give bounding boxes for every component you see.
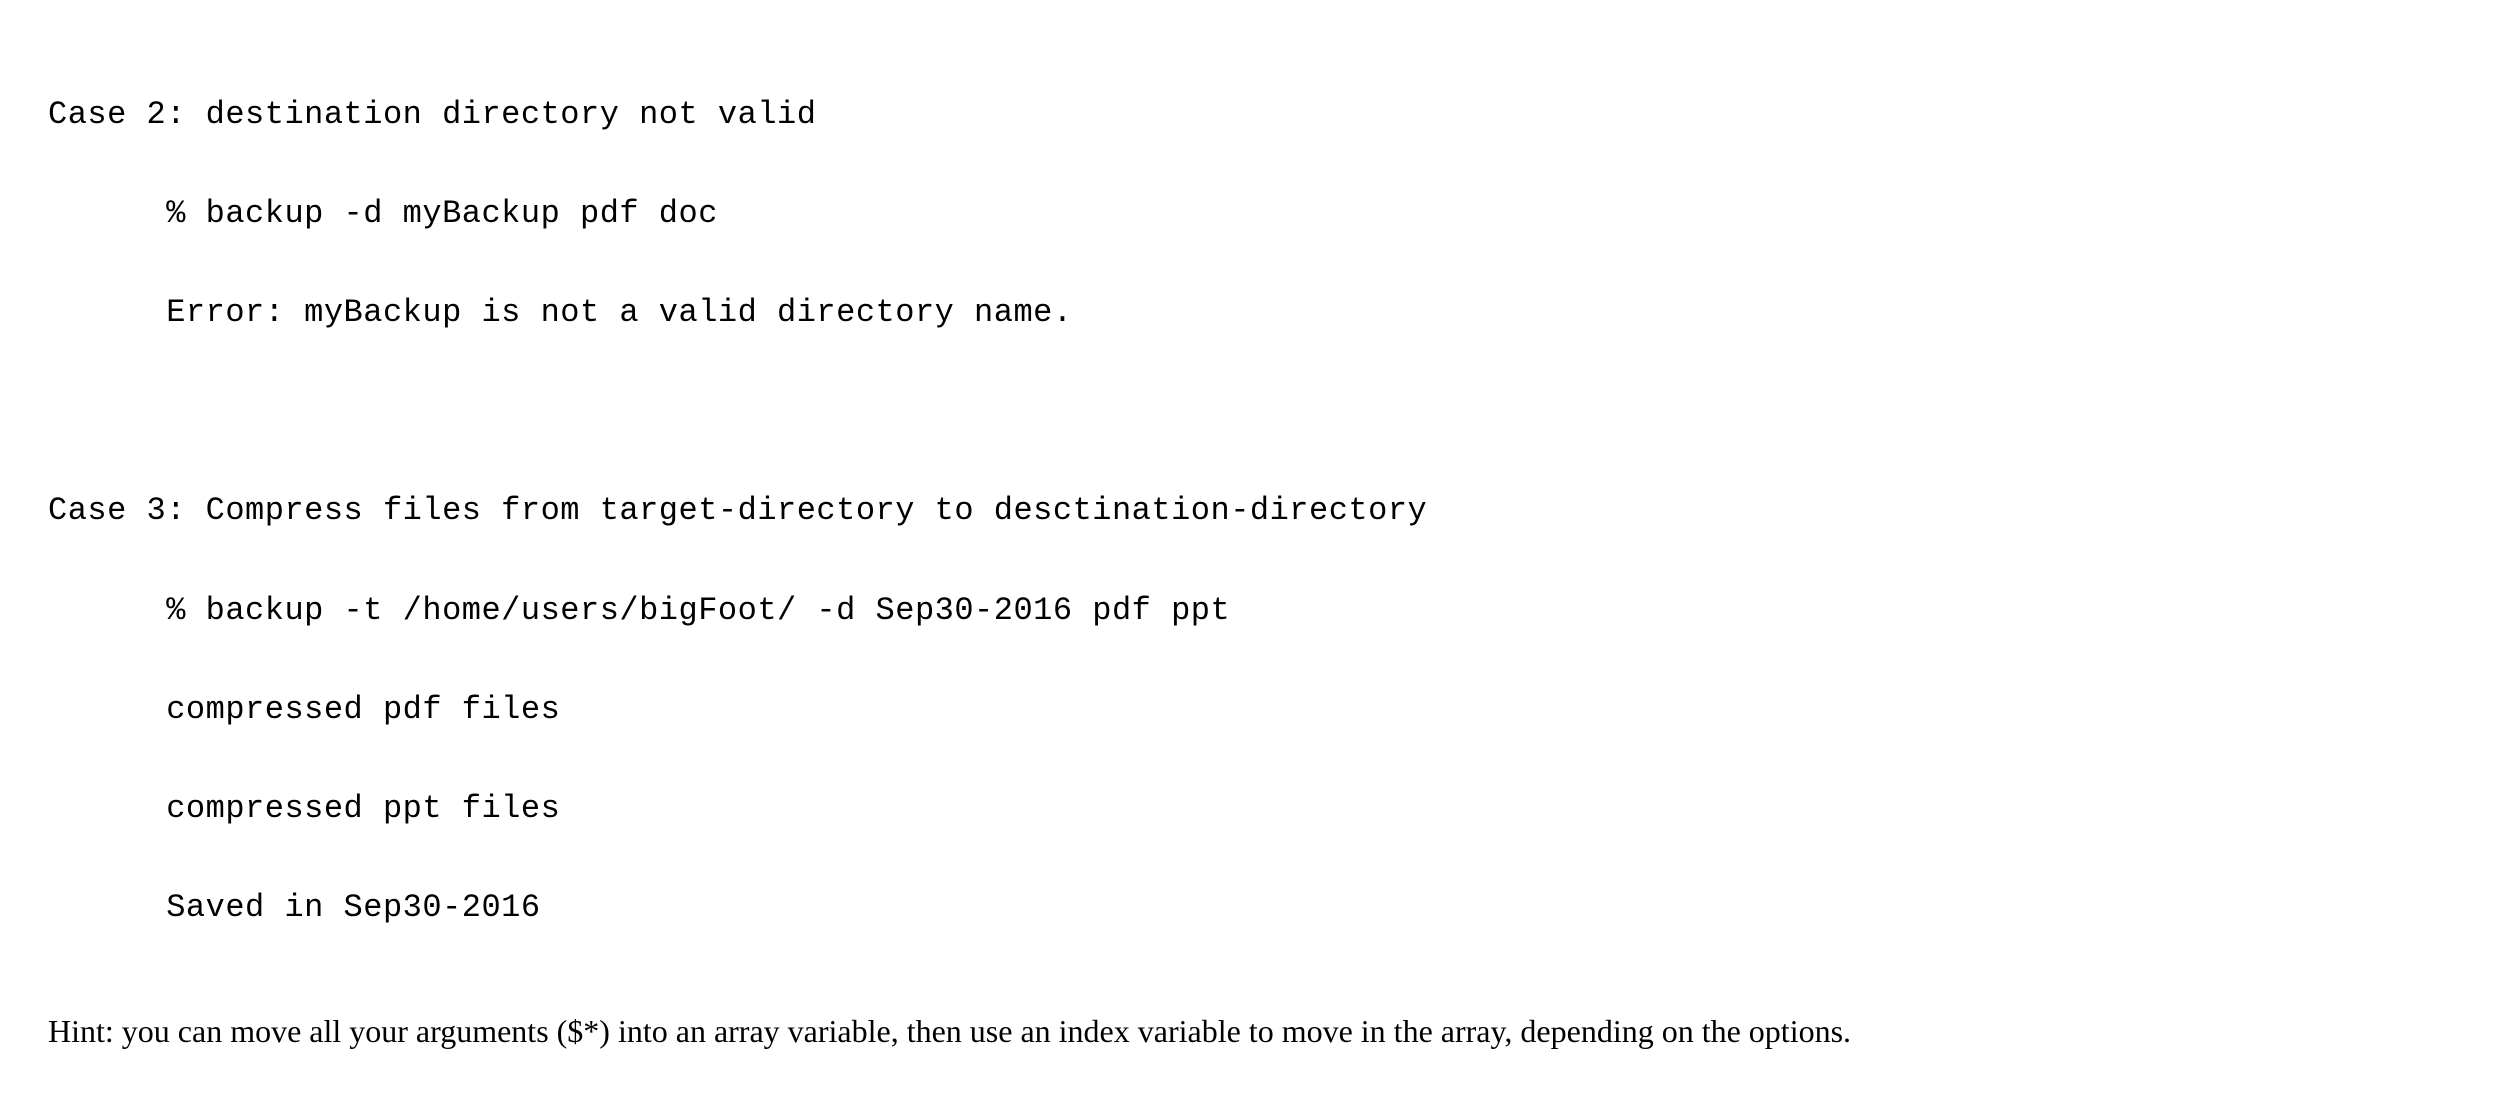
blank-line-1 — [48, 387, 2452, 437]
case-3-title: Case 3: Compress files from target-direc… — [48, 486, 2452, 536]
case-3-output-1: compressed pdf files — [48, 685, 2452, 735]
case-3-command: % backup -t /home/users/bigFoot/ -d Sep3… — [48, 586, 2452, 636]
case-2-title: Case 2: destination directory not valid — [48, 90, 2452, 140]
case-2-error: Error: myBackup is not a valid directory… — [48, 288, 2452, 338]
case-2-command: % backup -d myBackup pdf doc — [48, 189, 2452, 239]
hint-paragraph: Hint: you can move all your arguments ($… — [48, 1010, 2452, 1053]
case-3-output-3: Saved in Sep30-2016 — [48, 883, 2452, 933]
case-2-block: Case 2: destination directory not valid … — [48, 40, 2452, 982]
case-3-output-2: compressed ppt files — [48, 784, 2452, 834]
